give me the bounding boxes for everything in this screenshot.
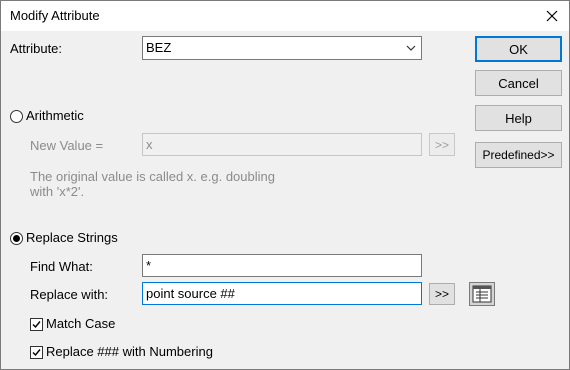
arithmetic-radio[interactable]	[10, 110, 23, 123]
ok-button[interactable]: OK	[475, 36, 562, 62]
check-icon	[32, 349, 41, 357]
numbering-label: Replace ### with Numbering	[46, 344, 213, 359]
radio-selected-dot	[13, 235, 20, 242]
attribute-select-value: BEZ	[146, 40, 172, 55]
replace-expand-button[interactable]: >>	[429, 283, 455, 305]
arithmetic-note: The original value is called x. e.g. dou…	[30, 169, 275, 199]
check-icon	[32, 321, 41, 329]
match-case-checkbox[interactable]	[30, 318, 43, 331]
match-case-label: Match Case	[46, 316, 116, 331]
predefined-button[interactable]: Predefined>>	[475, 142, 562, 168]
find-what-input[interactable]: *	[142, 254, 422, 277]
attribute-select[interactable]: BEZ	[142, 36, 422, 60]
title-bar: Modify Attribute	[1, 1, 569, 31]
replace-strings-radio[interactable]	[10, 232, 23, 245]
replace-strings-label: Replace Strings	[26, 230, 118, 245]
chevron-down-icon	[406, 45, 416, 51]
new-value-label: New Value =	[30, 138, 104, 153]
new-value-input[interactable]: x	[142, 133, 422, 156]
help-button[interactable]: Help	[475, 105, 562, 131]
close-button[interactable]	[535, 1, 569, 31]
window-title: Modify Attribute	[10, 8, 100, 23]
attribute-label: Attribute:	[10, 41, 63, 56]
replace-with-label: Replace with:	[30, 287, 109, 302]
cancel-button[interactable]: Cancel	[475, 70, 562, 96]
replace-with-input[interactable]: point source ##	[142, 282, 422, 305]
field-picker-button[interactable]	[469, 282, 495, 306]
field-picker-icon	[472, 285, 492, 303]
close-icon	[546, 10, 558, 22]
dialog-window: Modify Attribute Attribute: BEZ OK Cance…	[0, 0, 570, 370]
arithmetic-expand-button[interactable]: >>	[429, 133, 455, 156]
numbering-checkbox[interactable]	[30, 346, 43, 359]
find-what-label: Find What:	[30, 259, 93, 274]
arithmetic-label: Arithmetic	[26, 108, 84, 123]
